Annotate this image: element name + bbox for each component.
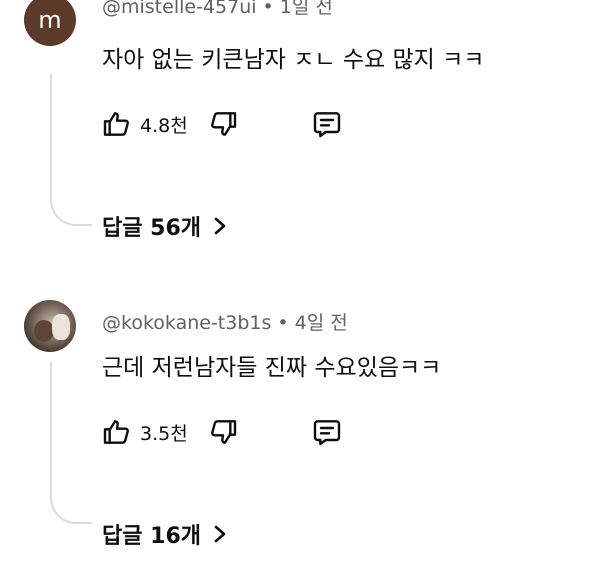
reply-button[interactable] <box>310 415 344 449</box>
comment-actions: 3.5천 <box>100 414 344 450</box>
comment-actions: 4.8천 <box>100 106 344 142</box>
like-count: 4.8천 <box>140 114 188 137</box>
avatar-photo-detail <box>34 320 54 342</box>
thread-connector-line <box>50 74 92 226</box>
separator-dot: • <box>277 312 289 334</box>
comment-text: 자아 없는 키큰남자 ㅈㄴ 수요 많지 ㅋㅋ <box>102 47 485 73</box>
comment-text: 근데 저런남자들 진짜 수요있음ㅋㅋ <box>102 355 442 381</box>
dislike-button[interactable] <box>206 415 240 449</box>
dislike-button[interactable] <box>206 107 240 141</box>
chevron-right-icon <box>214 217 226 235</box>
comment-timestamp: 1일 전 <box>279 0 333 18</box>
comment-item: @kokokane-t3b1s • 4일 전 근데 저런남자들 진짜 수요있음ㅋㅋ … <box>0 292 589 569</box>
thread-connector-line <box>50 362 92 524</box>
comment-handle-text: @mistelle-457ui <box>102 0 257 18</box>
view-replies-button[interactable]: 답글 56개 <box>102 210 227 242</box>
comment-item: m @mistelle-457ui • 1일 전 자아 없는 키큰남자 ㅈㄴ 수요 … <box>0 0 589 280</box>
reply-button[interactable] <box>310 107 344 141</box>
avatar-letter: m <box>38 6 62 34</box>
like-count: 3.5천 <box>140 422 188 445</box>
view-replies-button[interactable]: 답글 16개 <box>102 518 227 550</box>
comment-icon <box>313 112 340 138</box>
chevron-right-icon <box>214 525 226 543</box>
thumbs-up-icon <box>103 420 129 444</box>
replies-count-label: 답글 56개 <box>102 216 201 241</box>
thumbs-down-icon <box>210 112 236 136</box>
thumbs-down-icon <box>210 420 236 444</box>
like-button[interactable] <box>100 415 134 449</box>
comment-author-handle[interactable]: @kokokane-t3b1s • 4일 전 <box>102 308 348 335</box>
avatar-photo-detail <box>52 314 70 340</box>
comment-timestamp: 4일 전 <box>294 312 348 334</box>
replies-count-label: 답글 16개 <box>102 524 201 549</box>
like-button[interactable] <box>100 107 134 141</box>
thumbs-up-icon <box>103 112 129 136</box>
separator-dot: • <box>262 0 274 18</box>
avatar[interactable] <box>24 300 76 352</box>
comment-icon <box>313 420 340 446</box>
comment-author-handle[interactable]: @mistelle-457ui • 1일 전 <box>102 0 333 19</box>
avatar[interactable]: m <box>24 0 76 46</box>
comment-handle-text: @kokokane-t3b1s <box>102 312 272 334</box>
